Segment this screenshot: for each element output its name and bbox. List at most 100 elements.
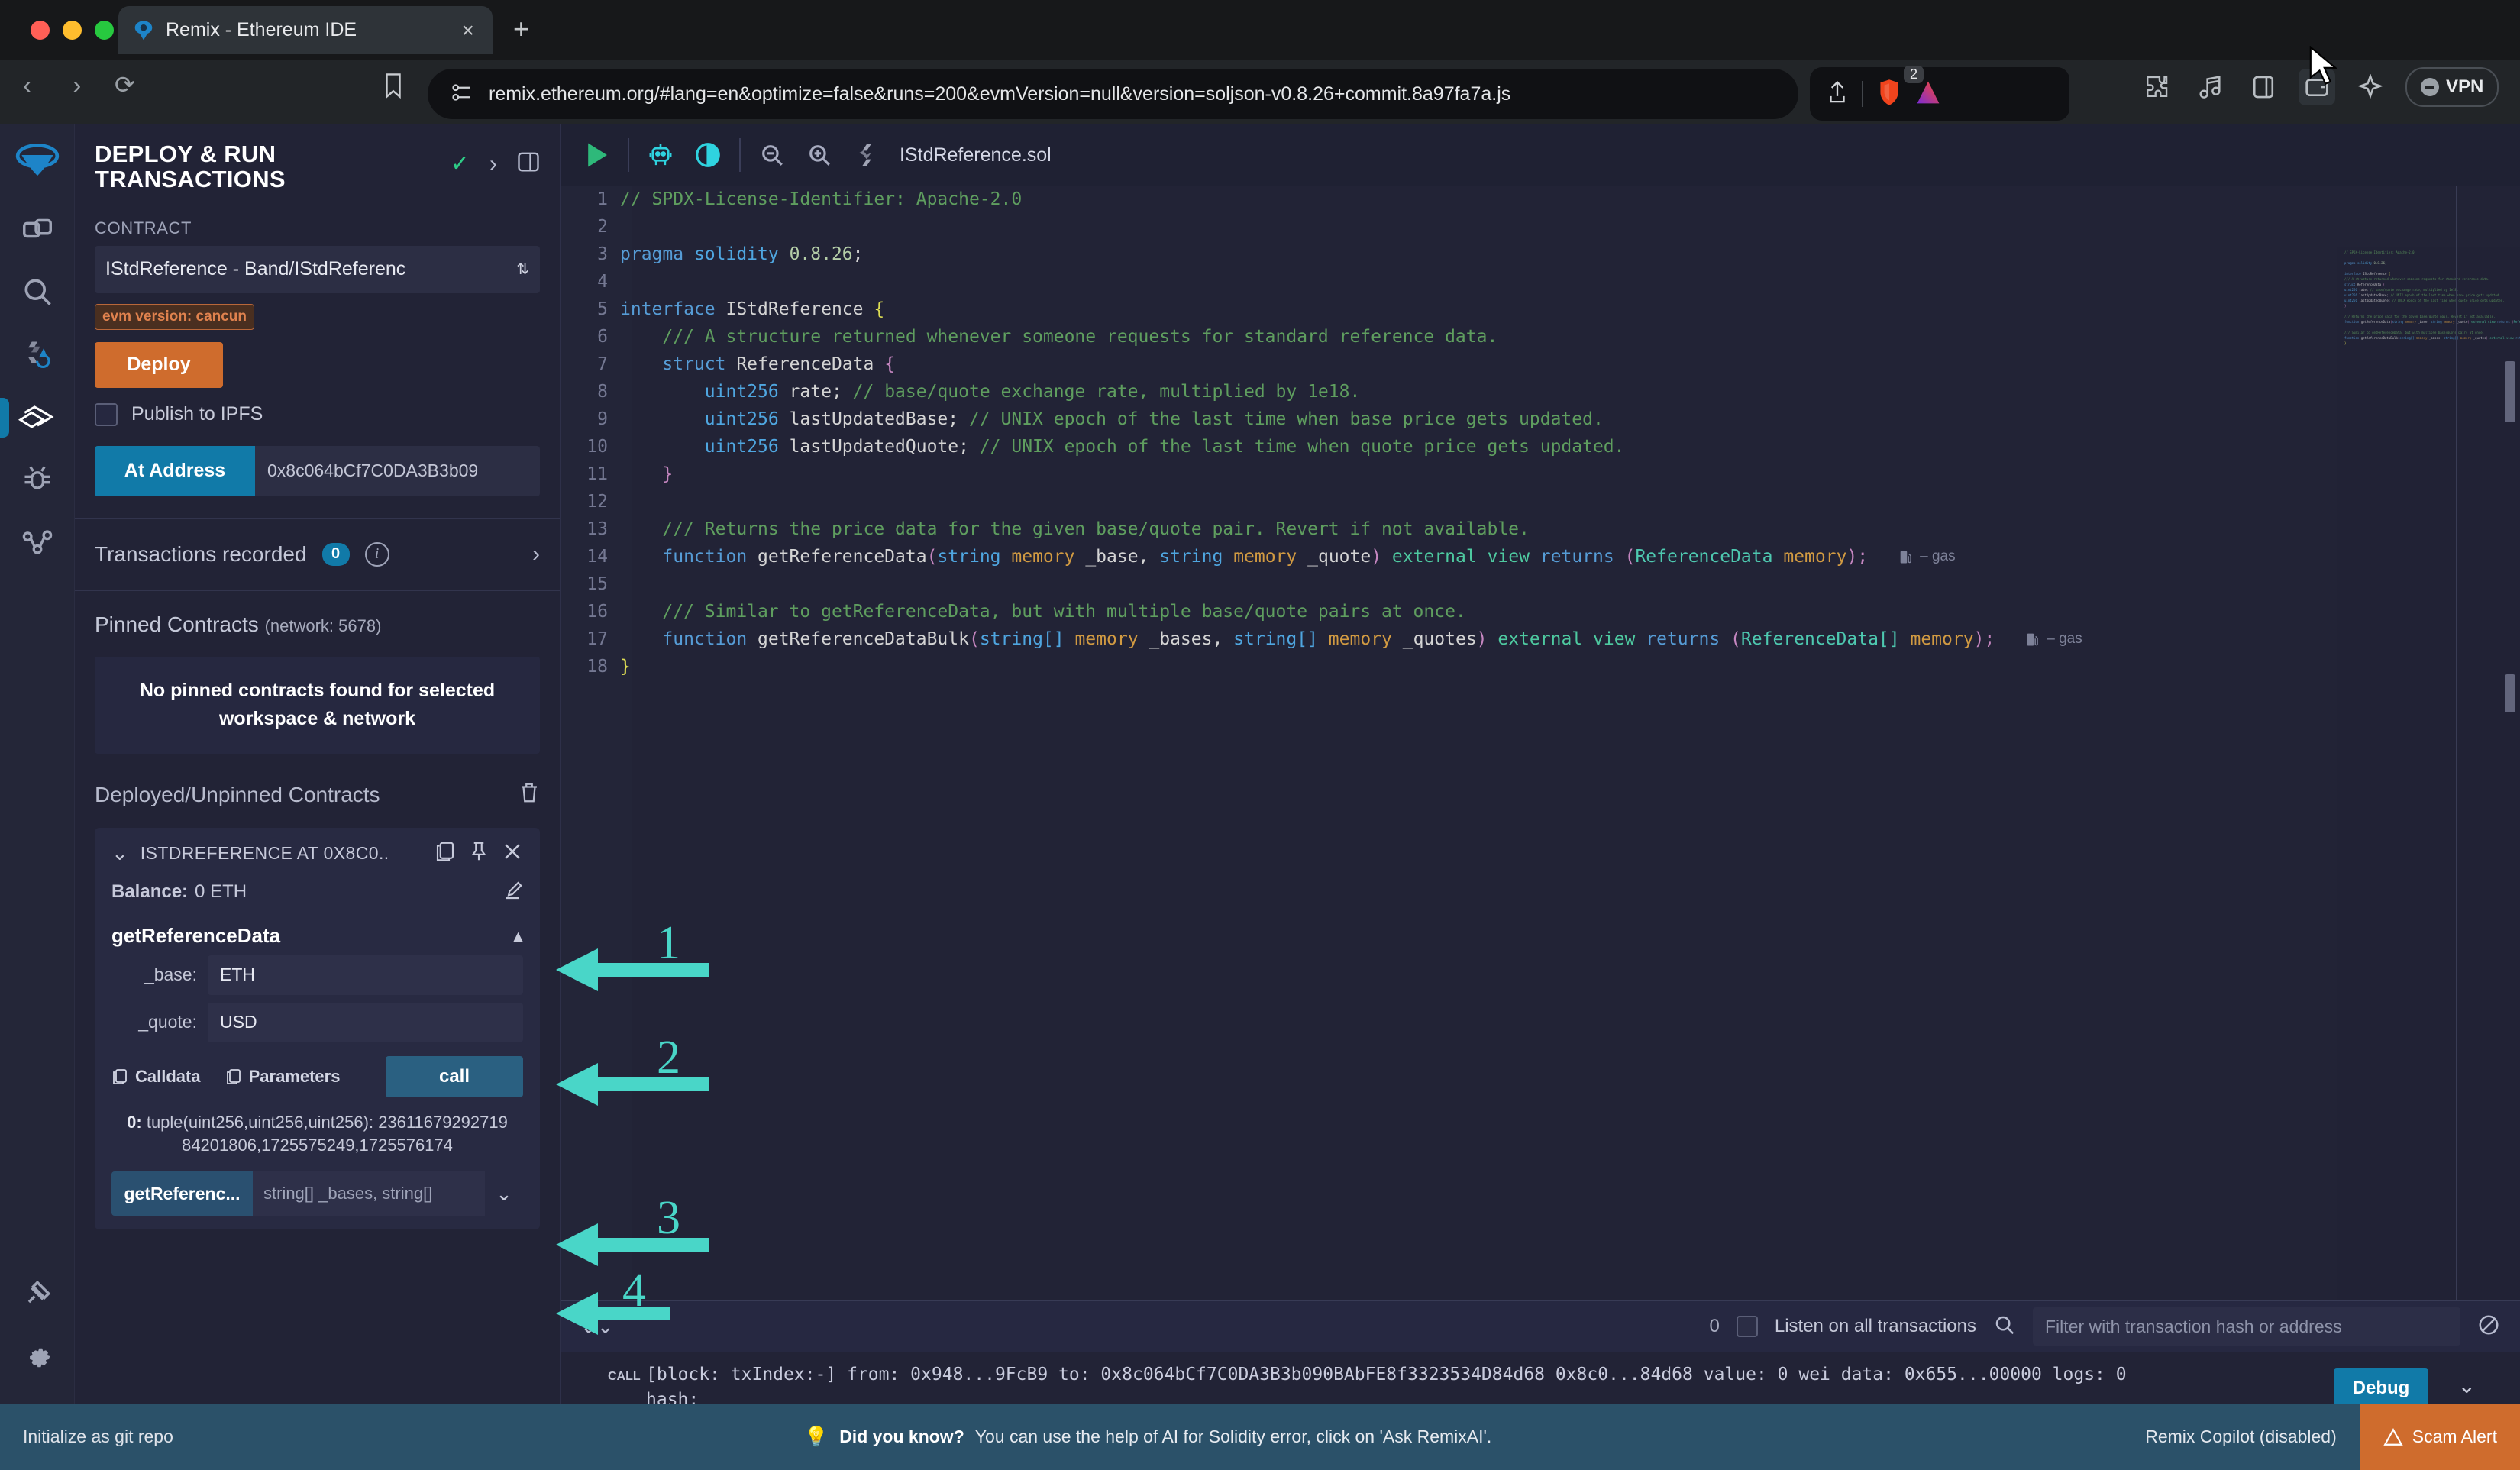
contract-select[interactable]: IStdReference - Band/IStdReferenc ⇅ xyxy=(95,245,540,293)
sidebar-item-search[interactable] xyxy=(0,260,75,323)
pin-icon[interactable] xyxy=(468,840,489,867)
code-line[interactable]: 6 /// A structure returned whenever some… xyxy=(561,323,2520,351)
tab-close-icon[interactable]: × xyxy=(457,19,479,41)
sidebar-item-deploy-run[interactable] xyxy=(0,386,75,448)
window-traffic-lights[interactable] xyxy=(31,21,114,40)
instance-header[interactable]: ⌄ ISTDREFERENCE AT 0X8C0.. xyxy=(95,828,540,874)
browser-tab[interactable]: Remix - Ethereum IDE × xyxy=(118,6,493,54)
share-icon[interactable] xyxy=(1827,79,1848,109)
code-line[interactable]: 10 uint256 lastUpdatedQuote; // UNIX epo… xyxy=(561,433,2520,460)
sidebar-item-settings[interactable] xyxy=(0,1325,75,1388)
remix-logo-icon[interactable] xyxy=(14,138,61,186)
publish-ipfs-checkbox[interactable] xyxy=(95,402,118,426)
clear-terminal-icon[interactable] xyxy=(2477,1313,2500,1340)
minimap-scrollbar[interactable] xyxy=(2505,361,2515,422)
close-window-button[interactable] xyxy=(31,21,50,40)
listen-all-transactions-checkbox[interactable] xyxy=(1736,1316,1758,1337)
chevron-up-icon[interactable]: ▴ xyxy=(513,924,523,948)
sidebar-item-plugins[interactable] xyxy=(0,1262,75,1325)
chevron-down-icon[interactable]: ⌄ xyxy=(485,1171,523,1216)
function-row[interactable]: getReferenceData ▴ xyxy=(95,906,540,948)
browser-menu-icon[interactable] xyxy=(2515,69,2520,105)
scam-alert-button[interactable]: Scam Alert xyxy=(2360,1404,2520,1470)
chevron-right-icon[interactable]: › xyxy=(489,151,497,177)
run-icon[interactable] xyxy=(573,131,620,179)
chevron-down-icon[interactable]: ⌄ xyxy=(2458,1373,2476,1398)
remix-copilot-status[interactable]: Remix Copilot (disabled) xyxy=(2122,1426,2360,1447)
zoom-in-icon[interactable] xyxy=(796,131,843,179)
site-settings-icon[interactable] xyxy=(449,82,472,106)
zoom-out-icon[interactable] xyxy=(748,131,796,179)
sidebar-item-debugger[interactable] xyxy=(0,448,75,511)
panel-layout-icon[interactable] xyxy=(517,151,540,176)
code-text: pragma solidity 0.8.26; xyxy=(620,244,864,264)
publish-ipfs-row[interactable]: Publish to IPFS xyxy=(95,402,540,426)
bulk-call-button[interactable]: getReferenc... xyxy=(111,1171,253,1216)
code-line[interactable]: 8 uint256 rate; // base/quote exchange r… xyxy=(561,378,2520,405)
code-line[interactable]: 11 } xyxy=(561,460,2520,488)
close-icon[interactable] xyxy=(502,841,523,866)
copy-calldata-button[interactable]: Calldata xyxy=(111,1067,201,1087)
back-icon[interactable]: ‹ xyxy=(23,73,31,99)
code-line[interactable]: 9 uint256 lastUpdatedBase; // UNIX epoch… xyxy=(561,405,2520,433)
forward-icon[interactable]: › xyxy=(73,73,81,99)
code-line[interactable]: 2 xyxy=(561,213,2520,241)
new-tab-button[interactable]: + xyxy=(513,15,529,43)
did-you-know-label: Did you know? xyxy=(839,1426,964,1446)
reload-icon[interactable]: ⟳ xyxy=(115,73,135,97)
chevron-down-icon[interactable]: ⌄ xyxy=(111,842,128,865)
code-line[interactable]: 4 xyxy=(561,268,2520,296)
code-area[interactable]: 1 // SPDX-License-Identifier: Apache-2.0 2… xyxy=(561,186,2520,1362)
sidebar-item-solidity-compiler[interactable] xyxy=(0,323,75,386)
code-line[interactable]: 17 function getReferenceDataBulk(string[… xyxy=(561,625,2520,653)
annotation-arrow-1 xyxy=(556,947,709,997)
info-icon[interactable]: i xyxy=(364,541,389,567)
vpn-button[interactable]: VPN xyxy=(2405,67,2499,107)
code-line[interactable]: 14 function getReferenceData(string memo… xyxy=(561,543,2520,570)
deploy-button[interactable]: Deploy xyxy=(95,341,223,388)
code-line[interactable]: 18} xyxy=(561,653,2520,680)
debug-button[interactable]: Debug xyxy=(2334,1368,2428,1408)
code-line[interactable]: 16 /// Similar to getReferenceData, but … xyxy=(561,598,2520,625)
at-address-button[interactable]: At Address xyxy=(95,445,255,496)
minimize-window-button[interactable] xyxy=(63,21,82,40)
at-address-input[interactable]: 0x8c064bCf7C0DA3B3b09 xyxy=(255,445,540,496)
code-line[interactable]: 12 xyxy=(561,488,2520,515)
brave-leo-icon[interactable] xyxy=(1915,79,1941,109)
extensions-puzzle-icon[interactable] xyxy=(2138,69,2175,105)
code-line[interactable]: 7 struct ReferenceData { xyxy=(561,351,2520,378)
address-bar[interactable]: remix.ethereum.org/#lang=en&optimize=fal… xyxy=(428,69,1798,119)
copy-icon[interactable] xyxy=(435,840,456,867)
transaction-filter-input[interactable]: Filter with transaction hash or address xyxy=(2033,1307,2460,1346)
editor-scrollbar[interactable] xyxy=(2505,674,2515,712)
bulk-input[interactable]: string[] _bases, string[] xyxy=(253,1171,485,1216)
music-note-icon[interactable] xyxy=(2192,69,2228,105)
pinned-contracts-title: Pinned Contracts (network: 5678) xyxy=(95,591,540,637)
copy-parameters-button[interactable]: Parameters xyxy=(225,1067,340,1087)
bookmark-icon[interactable] xyxy=(382,73,405,105)
brave-shields-icon[interactable] xyxy=(1877,79,1901,110)
remix-ai-robot-icon[interactable] xyxy=(637,131,684,179)
sidebar-item-file-explorer[interactable] xyxy=(0,198,75,260)
transactions-recorded-row[interactable]: Transactions recorded 0 i › xyxy=(95,519,540,590)
code-line[interactable]: 13 /// Returns the price data for the gi… xyxy=(561,515,2520,543)
maximize-window-button[interactable] xyxy=(95,21,114,40)
code-line[interactable]: 15 xyxy=(561,570,2520,598)
edit-icon[interactable] xyxy=(502,879,523,906)
argument-input-quote[interactable]: USD xyxy=(208,1002,523,1042)
git-init-button[interactable]: Initialize as git repo xyxy=(0,1426,173,1447)
argument-input-base[interactable]: ETH xyxy=(208,955,523,995)
code-lines[interactable]: 1 // SPDX-License-Identifier: Apache-2.0 2… xyxy=(561,186,2520,680)
chevron-right-icon[interactable]: › xyxy=(532,541,540,567)
sidebar-toggle-icon[interactable] xyxy=(2245,69,2282,105)
leo-ai-sparkle-icon[interactable] xyxy=(2352,69,2389,105)
code-line[interactable]: 1 // SPDX-License-Identifier: Apache-2.0 xyxy=(561,186,2520,213)
search-icon[interactable] xyxy=(1993,1313,2016,1340)
sidebar-item-plugin-manager[interactable] xyxy=(0,511,75,573)
trash-icon[interactable] xyxy=(519,781,540,809)
editor-minimap[interactable]: // SPDX-License-Identifier: Apache-2.0 pr… xyxy=(2337,247,2520,1362)
toggle-theme-icon[interactable] xyxy=(684,131,732,179)
code-line[interactable]: 3 pragma solidity 0.8.26; xyxy=(561,241,2520,268)
call-button[interactable]: call xyxy=(386,1055,523,1097)
code-line[interactable]: 5 interface IStdReference { xyxy=(561,296,2520,323)
